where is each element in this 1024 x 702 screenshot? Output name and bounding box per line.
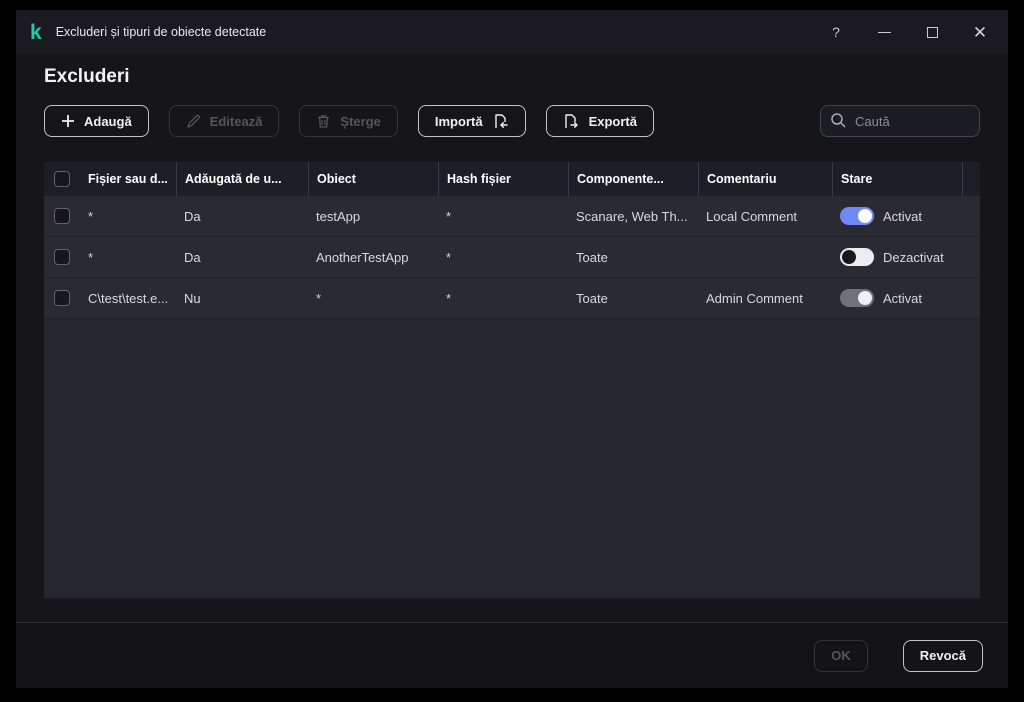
row-checkbox[interactable] [54,208,70,224]
state-label: Activat [883,208,923,224]
cell-file: * [88,208,94,224]
dialog-window: k Excluderi și tipuri de obiecte detecta… [16,10,1008,688]
window-title: Excluderi și tipuri de obiecte detectate [55,25,267,39]
help-icon: ? [832,24,840,40]
delete-button[interactable]: Șterge [299,105,398,137]
search-box [820,105,980,137]
close-icon: ✕ [972,22,988,42]
cell-components: Scanare, Web Th... [576,208,688,224]
state-label: Activat [883,290,923,306]
cell-comment: Admin Comment [706,290,803,306]
state-toggle[interactable] [840,289,874,307]
table-row[interactable]: * Da AnotherTestApp * Toate Dezactivat [44,237,980,278]
close-button[interactable]: ✕ [964,16,996,48]
export-icon [564,113,578,128]
trash-icon [318,114,330,128]
cancel-button[interactable]: Revocă [902,639,983,672]
import-icon [494,113,508,128]
page-title: Excluderi [44,66,130,87]
cell-object: AnotherTestApp [316,249,409,265]
ok-button[interactable]: OK [814,639,868,672]
titlebar: k Excluderi și tipuri de obiecte detecta… [16,10,1008,54]
maximize-button[interactable] [916,16,948,48]
row-checkbox[interactable] [54,249,70,265]
column-header-object[interactable]: Obiect [308,162,438,196]
cell-file: * [88,249,94,265]
export-button[interactable]: Exportă [545,105,654,137]
table-header: Fișier sau d... Adăugată de u... Obiect … [44,162,980,196]
column-header-hash[interactable]: Hash fișier [438,162,568,196]
help-button[interactable]: ? [820,16,852,48]
add-button[interactable]: Adaugă [44,105,149,137]
cell-added-by: Da [184,249,201,265]
search-icon [831,113,846,128]
column-header-state[interactable]: Stare [832,162,962,196]
column-header-components[interactable]: Componente... [568,162,698,196]
footer: OK Revocă [16,622,1008,688]
exclusions-table: Fișier sau d... Adăugată de u... Obiect … [44,162,980,598]
edit-button[interactable]: Editează [168,105,280,137]
import-button[interactable]: Importă [417,105,526,137]
cell-added-by: Nu [184,290,201,306]
cell-hash: * [446,290,452,306]
cell-object: testApp [316,208,361,224]
main-content: Excluderi Adaugă Editează Șterge Importă… [16,54,1008,622]
column-header-file[interactable]: Fișier sau d... [80,162,176,196]
maximize-icon [926,26,938,38]
select-all-checkbox[interactable] [54,171,70,187]
toolbar: Adaugă Editează Șterge Importă Exportă [44,105,980,137]
row-checkbox[interactable] [54,290,70,306]
column-header-added-by[interactable]: Adăugată de u... [176,162,308,196]
table-row[interactable]: * Da testApp * Scanare, Web Th... Local … [44,196,980,237]
cell-object: * [316,290,322,306]
cell-components: Toate [576,249,608,265]
column-header-comment[interactable]: Comentariu [698,162,832,196]
pencil-icon [187,114,200,128]
state-label: Dezactivat [883,249,944,265]
minimize-button[interactable] [868,16,900,48]
cell-hash: * [446,249,452,265]
kaspersky-logo-icon: k [30,20,42,44]
plus-icon [62,115,74,127]
table-empty-area [44,319,980,598]
cell-components: Toate [576,290,608,306]
cell-comment: Local Comment [706,208,798,224]
state-toggle[interactable] [840,248,874,266]
cell-added-by: Da [184,208,201,224]
table-row[interactable]: C\test\test.e... Nu * * Toate Admin Comm… [44,278,980,319]
column-header-filler [962,162,980,196]
state-toggle[interactable] [840,207,874,225]
minimize-icon [877,31,891,33]
cell-hash: * [446,208,452,224]
cell-file: C\test\test.e... [88,290,169,306]
